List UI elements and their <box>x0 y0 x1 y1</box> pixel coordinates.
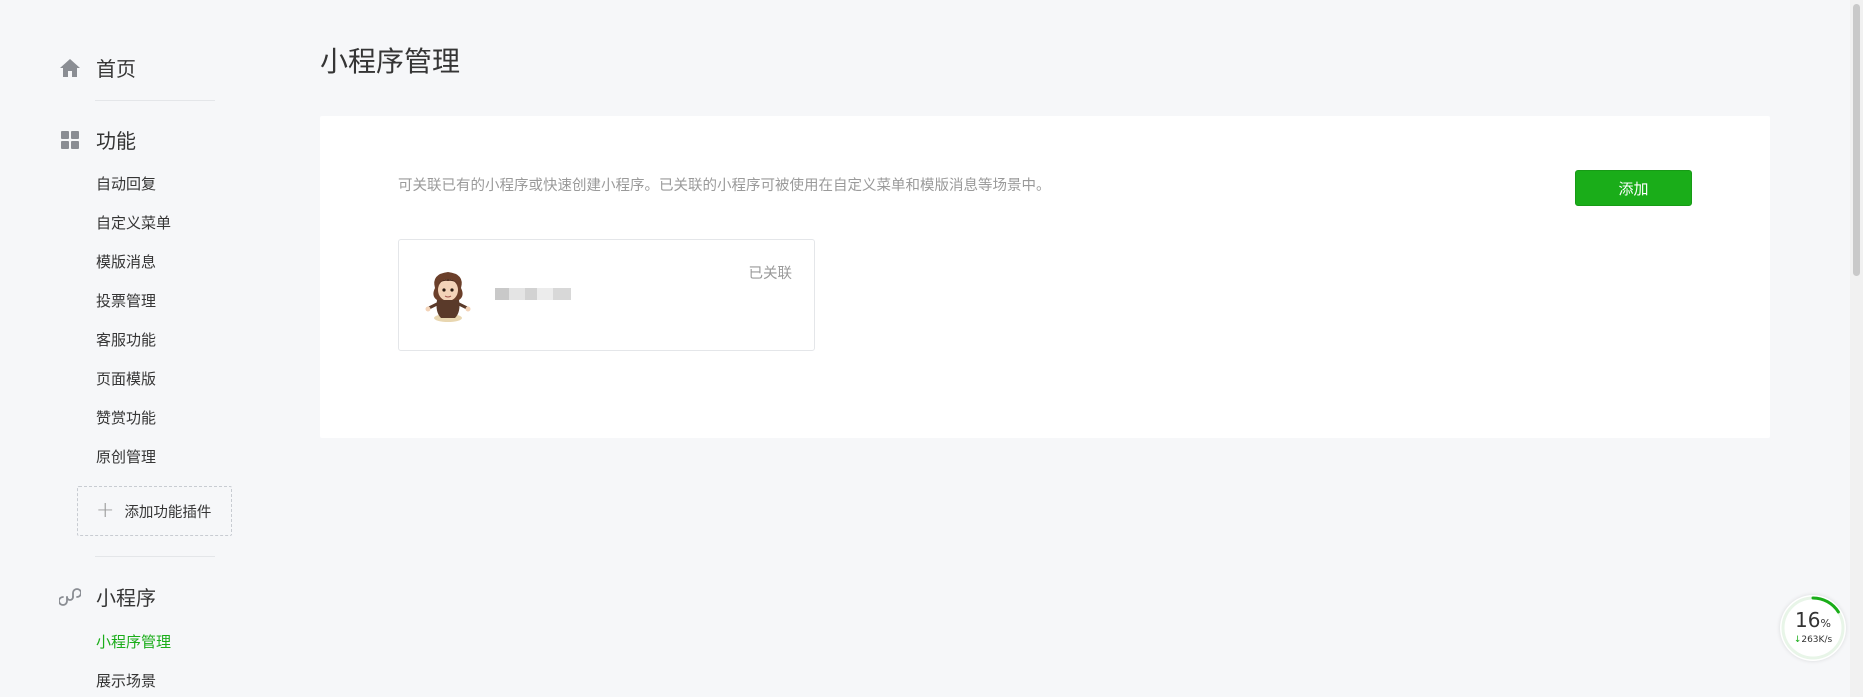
link-icon <box>58 585 82 609</box>
sidebar-section-features-label: 功能 <box>96 129 136 153</box>
description-text: 可关联已有的小程序或快速创建小程序。已关联的小程序可被使用在自定义菜单和模版消息… <box>398 178 1051 194</box>
sidebar-item-original-management[interactable]: 原创管理 <box>96 447 156 467</box>
page-title: 小程序管理 <box>320 45 461 78</box>
scrollbar-thumb[interactable] <box>1853 4 1860 276</box>
speed-percent: 16% <box>1795 608 1831 632</box>
home-icon <box>58 56 82 80</box>
sidebar-section-miniprogram[interactable]: 小程序 <box>58 582 156 611</box>
sidebar-section-features[interactable]: 功能 <box>58 125 136 154</box>
sidebar-item-home[interactable]: 首页 <box>58 53 136 82</box>
miniprogram-panel: 可关联已有的小程序或快速创建小程序。已关联的小程序可被使用在自定义菜单和模版消息… <box>320 116 1770 438</box>
add-plugin-button[interactable]: + 添加功能插件 <box>77 486 232 536</box>
sidebar-item-vote-management[interactable]: 投票管理 <box>96 291 156 311</box>
miniprogram-name-blurred <box>495 285 571 303</box>
sidebar: 首页 功能 自动回复 自定义菜单 模版消息 投票管理 客服功能 页面模版 赞赏功… <box>0 0 290 697</box>
speed-rate: ↓263K/s <box>1793 635 1833 645</box>
page-scrollbar[interactable] <box>1850 0 1863 697</box>
sidebar-divider <box>95 556 215 557</box>
sidebar-section-miniprogram-label: 小程序 <box>96 586 156 610</box>
miniprogram-card[interactable]: 已关联 <box>398 239 815 351</box>
sidebar-item-reward[interactable]: 赞赏功能 <box>96 408 156 428</box>
sidebar-item-page-template[interactable]: 页面模版 <box>96 369 156 389</box>
status-badge: 已关联 <box>748 266 793 282</box>
sidebar-item-template-message[interactable]: 模版消息 <box>96 252 156 272</box>
add-button[interactable]: 添加 <box>1575 170 1692 206</box>
plus-icon: + <box>96 498 115 523</box>
sidebar-item-customer-service[interactable]: 客服功能 <box>96 330 156 350</box>
sidebar-divider <box>95 100 215 101</box>
network-speed-widget[interactable]: 16% ↓263K/s <box>1780 595 1846 661</box>
sidebar-item-home-label: 首页 <box>96 57 136 81</box>
sidebar-item-display-scene[interactable]: 展示场景 <box>96 671 156 691</box>
sidebar-item-auto-reply[interactable]: 自动回复 <box>96 174 156 194</box>
sidebar-item-custom-menu[interactable]: 自定义菜单 <box>96 213 171 233</box>
page: 首页 功能 自动回复 自定义菜单 模版消息 投票管理 客服功能 页面模版 赞赏功… <box>0 0 1863 697</box>
miniprogram-avatar <box>423 266 473 324</box>
add-plugin-label: 添加功能插件 <box>124 504 212 521</box>
sidebar-item-miniprogram-management[interactable]: 小程序管理 <box>96 632 171 652</box>
grid-icon <box>58 128 82 152</box>
